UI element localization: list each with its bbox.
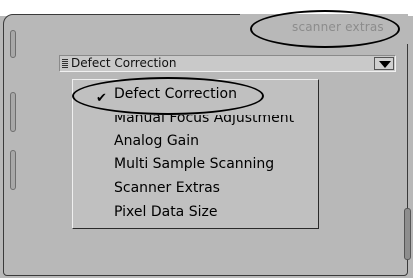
left-handle-middle xyxy=(10,92,16,132)
defect-correction-dropdown[interactable]: Defect Correction xyxy=(59,55,396,72)
left-handle-top xyxy=(10,30,16,58)
dropdown-menu: ✔ Defect Correction Manual Focus Adjustm… xyxy=(72,77,319,229)
menu-item-pixel-data-size[interactable]: Pixel Data Size xyxy=(114,204,217,220)
left-handle-bottom xyxy=(10,150,16,190)
checkmark-icon: ✔ xyxy=(96,91,107,106)
dropdown-selected-value: Defect Correction xyxy=(71,56,177,70)
menu-item-scanner-extras[interactable]: Scanner Extras xyxy=(114,180,220,196)
right-handle xyxy=(404,208,411,260)
scanner-extras-tab-label: scanner extras xyxy=(292,20,384,34)
dropdown-button[interactable] xyxy=(374,57,394,70)
grip-icon xyxy=(62,59,68,69)
scanner-panel-window: scanner extras Defect Correction ✔ Defec… xyxy=(0,0,413,278)
menu-item-defect-correction[interactable]: Defect Correction xyxy=(114,86,237,102)
menu-item-analog-gain[interactable]: Analog Gain xyxy=(114,133,199,149)
triangle-down-icon xyxy=(379,61,391,68)
menu-item-multi-sample-scanning[interactable]: Multi Sample Scanning xyxy=(114,156,274,172)
